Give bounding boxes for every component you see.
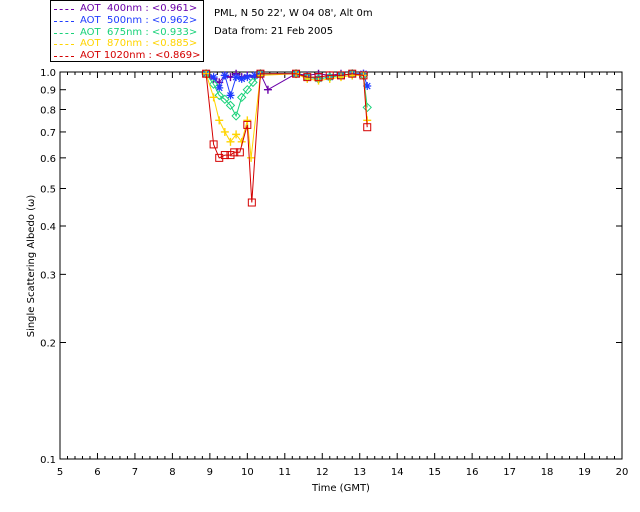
x-tick-label: 9 xyxy=(207,467,213,478)
y-tick-label: 0.6 xyxy=(40,154,56,165)
x-tick-label: 16 xyxy=(466,467,479,478)
data-point xyxy=(215,116,224,125)
x-tick-label: 14 xyxy=(391,467,404,478)
chart: 5 6 7 8 9 10 11 12 13 14 15 16 17 18 19 20 0.1 0.2 0.3 0.4… xyxy=(26,68,629,494)
data-point xyxy=(232,130,241,139)
x-tick-label: 19 xyxy=(578,467,591,478)
x-axis-label: Time (GMT) xyxy=(311,483,370,494)
y-tick-label: 0.1 xyxy=(40,455,56,466)
x-tick-label: 6 xyxy=(94,467,100,478)
legend-label: AOT 675nm : <0.933> xyxy=(80,26,198,38)
data-point xyxy=(243,73,252,82)
plot-area xyxy=(59,71,623,460)
x-tick-label: 10 xyxy=(241,467,254,478)
legend-swatch xyxy=(54,20,74,22)
y-tick-label: 1.0 xyxy=(40,68,56,79)
y-tick-label: 0.3 xyxy=(40,270,56,281)
x-tick-label: 17 xyxy=(503,467,516,478)
legend-swatch xyxy=(54,56,74,58)
x-tick-label: 13 xyxy=(353,467,366,478)
x-tick-label: 7 xyxy=(132,467,138,478)
y-tick-label: 0.7 xyxy=(40,128,56,139)
x-axis-ticks: 5 6 7 8 9 10 11 12 13 14 15 16 17 18 19 20 xyxy=(57,72,629,478)
y-tick-label: 0.4 xyxy=(40,222,56,233)
series-layer xyxy=(201,68,372,207)
legend-label: AOT 500nm : <0.962> xyxy=(80,14,198,26)
x-tick-label: 20 xyxy=(616,467,629,478)
x-tick-label: 8 xyxy=(169,467,175,478)
data-point xyxy=(220,71,229,80)
legend-swatch xyxy=(54,9,74,10)
legend: AOT 400nm : <0.961> AOT 500nm : <0.962> AO… xyxy=(50,0,204,62)
legend-label: AOT 870nm : <0.885> xyxy=(80,38,198,50)
y-axis-ticks: 0.1 0.2 0.3 0.4 0.5 0.6 0.7 0.8 0.9 1.0 xyxy=(40,68,622,466)
site-info: PML, N 50 22', W 04 08', Alt 0m xyxy=(214,8,373,19)
legend-label: AOT 1020nm : <0.869> xyxy=(80,50,201,62)
x-tick-label: 18 xyxy=(541,467,554,478)
data-point xyxy=(247,153,256,162)
data-point xyxy=(237,74,246,83)
y-tick-label: 0.9 xyxy=(40,86,56,97)
data-point xyxy=(226,137,235,146)
y-tick-label: 0.5 xyxy=(40,184,56,195)
x-tick-label: 5 xyxy=(57,467,63,478)
y-tick-label: 0.8 xyxy=(40,106,56,117)
legend-swatch xyxy=(54,44,74,46)
data-point xyxy=(232,73,241,82)
data-point xyxy=(263,85,272,94)
x-tick-label: 11 xyxy=(278,467,291,478)
data-point xyxy=(243,116,252,125)
legend-label: AOT 400nm : <0.961> xyxy=(80,3,198,14)
x-tick-label: 12 xyxy=(316,467,329,478)
date-info: Data from: 21 Feb 2005 xyxy=(214,26,334,37)
data-point xyxy=(220,127,229,136)
y-axis-label: Single Scattering Albedo (ω) xyxy=(26,195,37,338)
y-tick-label: 0.2 xyxy=(40,339,56,350)
x-tick-label: 15 xyxy=(428,467,441,478)
legend-swatch xyxy=(54,32,74,34)
